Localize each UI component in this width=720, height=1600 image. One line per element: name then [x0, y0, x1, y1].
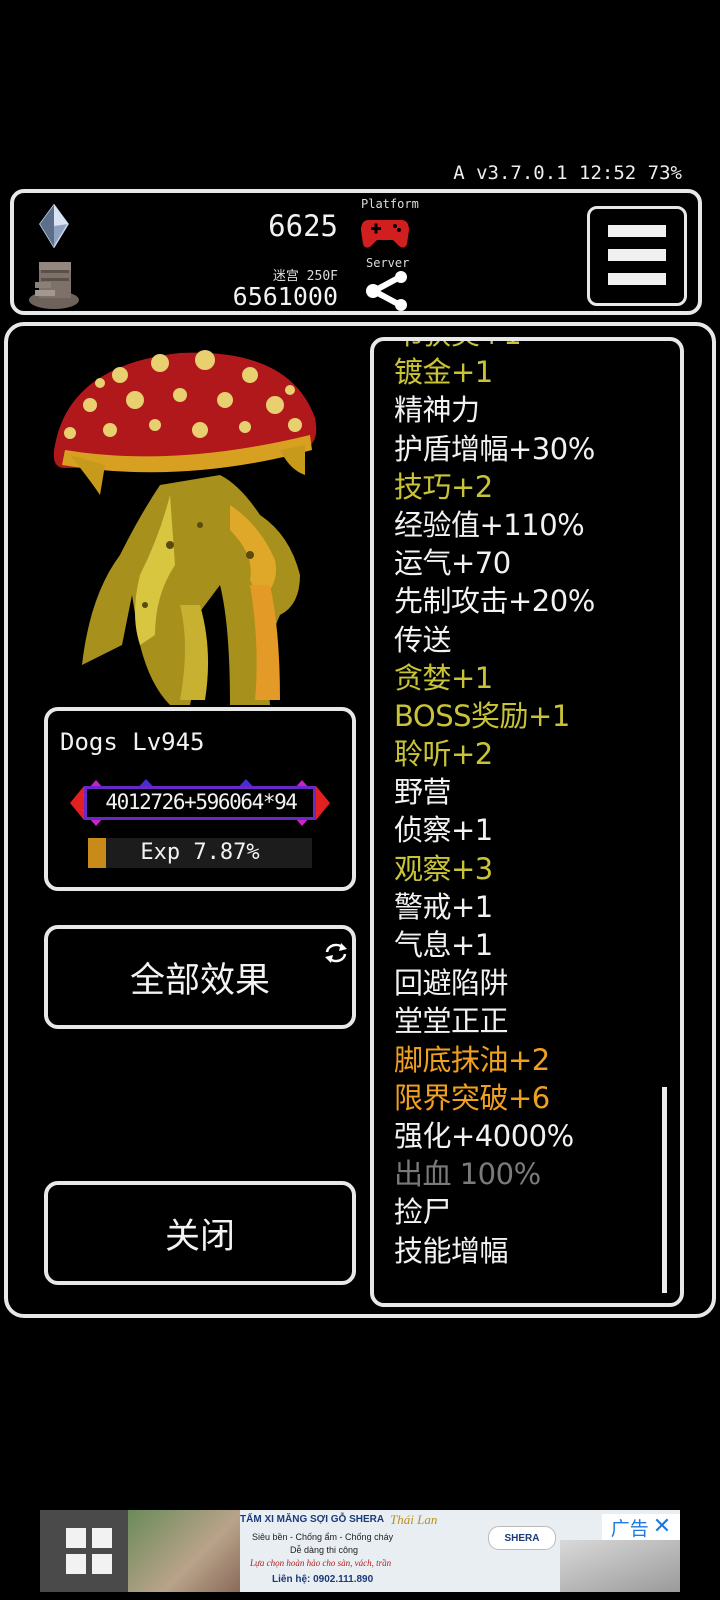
- ad-title-script: Thái Lan: [390, 1512, 438, 1527]
- effect-item: 警戒+1: [394, 889, 493, 924]
- ad-phone: Liên hệ: 0902.111.890: [272, 1574, 374, 1585]
- effect-item: 出血 100%: [394, 1157, 541, 1192]
- hp-text: 4012726+596064*94: [105, 790, 298, 814]
- gold-count: 6561000: [232, 282, 338, 311]
- effect-item: 气息+1: [394, 928, 493, 962]
- effect-item: 先制攻击+20%: [394, 584, 595, 619]
- ad-image-left: [40, 1510, 128, 1592]
- ad-badge[interactable]: 广告 ✕: [602, 1514, 680, 1540]
- effect-item: 传送: [394, 622, 452, 657]
- status-text: A v3.7.0.1 12:52 73%: [453, 162, 682, 184]
- all-effects-label: 全部效果: [129, 960, 270, 1001]
- effect-item: 强化+4000%: [394, 1118, 574, 1153]
- ad-photo: [128, 1510, 240, 1592]
- ad-banner[interactable]: TẤM XI MĂNG SỢI GỖ SHERA Thái Lan Siêu b…: [40, 1510, 680, 1592]
- close-label: 关闭: [164, 1216, 235, 1257]
- ad-line1: Siêu bền - Chống ẩm - Chống cháy: [252, 1532, 394, 1542]
- exp-text: Exp 7.87%: [140, 840, 260, 865]
- close-icon[interactable]: ✕: [653, 1516, 671, 1538]
- share-icon[interactable]: [364, 270, 410, 312]
- effects-list: 书获奖+1 镀金+1精神力护盾增幅+30%技巧+2经验值+110% 运气+70先制攻…: [394, 341, 595, 1270]
- gamepad-icon[interactable]: [361, 214, 409, 250]
- stairs-icon: [27, 256, 81, 310]
- effect-item: 野营: [394, 775, 452, 810]
- ad-badge-label: 广告: [610, 1517, 649, 1540]
- effect-item: 回避陷阱: [394, 966, 509, 1001]
- effect-item: 技能增幅: [394, 1233, 509, 1268]
- effect-item: 限界突破+6: [394, 1080, 550, 1115]
- crystal-count: 6625: [268, 209, 338, 243]
- hamburger-icon: [608, 225, 666, 237]
- effect-item: 聆听+2: [394, 737, 493, 772]
- ad-brand-logo: SHERA: [488, 1526, 556, 1550]
- ad-tile: [66, 1528, 86, 1548]
- effect-item: 捡尸: [394, 1195, 452, 1230]
- effect-item: BOSS奖励+1: [394, 698, 570, 733]
- effect-item: 观察+3: [394, 851, 493, 886]
- hamburger-icon-bar: [608, 273, 666, 285]
- effect-item: 护盾增幅+30%: [394, 431, 595, 466]
- effects-list-panel[interactable]: 书获奖+1 镀金+1精神力护盾增幅+30%技巧+2经验值+110% 运气+70先制攻…: [370, 337, 684, 1307]
- platform-label: Platform: [361, 197, 419, 211]
- effect-item: 侦察+1: [394, 813, 493, 848]
- effect-item: 精神力: [394, 393, 480, 428]
- ad-brand: SHERA: [504, 1532, 540, 1544]
- effect-item: 脚底抹油+2: [394, 1042, 550, 1077]
- ad-tile-grid: [66, 1528, 112, 1574]
- effect-item: 贪婪+1: [394, 660, 493, 695]
- ad-product-image: [560, 1540, 680, 1592]
- refresh-icon[interactable]: [323, 941, 349, 965]
- effect-item: 堂堂正正: [394, 1004, 509, 1039]
- menu-button[interactable]: [587, 206, 687, 306]
- mushroom-monster-image: [50, 345, 325, 705]
- ad-title: TẤM XI MĂNG SỢI GỖ SHERA: [240, 1514, 385, 1525]
- effect-item: 书获奖+1: [394, 341, 595, 353]
- all-effects-button[interactable]: 全部效果: [44, 925, 356, 1029]
- effect-item: 技巧+2: [394, 469, 493, 504]
- ad-tile: [92, 1554, 112, 1574]
- server-label: Server: [366, 256, 410, 270]
- monster-name-level: Dogs Lv945: [60, 728, 205, 756]
- hamburger-icon-bar: [608, 249, 666, 261]
- ad-tile: [66, 1554, 86, 1574]
- close-button[interactable]: 关闭: [44, 1181, 356, 1285]
- ad-line3: Lựa chọn hoàn hảo cho sàn, vách, trần: [250, 1558, 392, 1568]
- crystal-icon: [38, 203, 70, 249]
- effect-item: 运气+70: [394, 546, 511, 581]
- effect-item: 经验值+110%: [394, 507, 585, 542]
- scrollbar[interactable]: [662, 1087, 667, 1293]
- ad-line2: Dễ dàng thi công: [290, 1545, 359, 1555]
- ad-tile: [92, 1528, 112, 1548]
- effect-item: 镀金+1: [394, 355, 493, 390]
